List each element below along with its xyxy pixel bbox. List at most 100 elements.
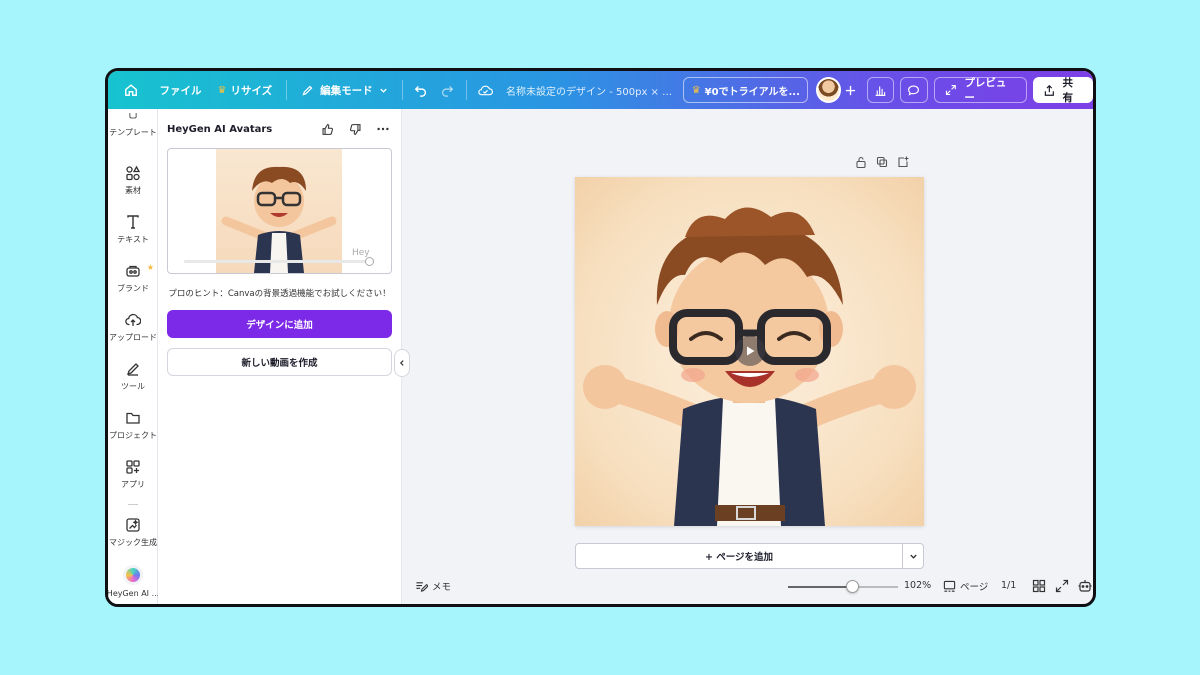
- grid-view-icon[interactable]: [1032, 579, 1046, 593]
- trial-button[interactable]: ♛ ¥0でトライアルを...: [682, 77, 808, 103]
- home-icon[interactable]: [118, 77, 143, 103]
- rail-label: アップロード: [109, 333, 157, 342]
- divider: [286, 80, 288, 100]
- rail-label: テキスト: [117, 235, 149, 244]
- chevron-down-icon: [379, 88, 387, 93]
- scrubber-knob[interactable]: [365, 257, 374, 266]
- rail-item-heygen[interactable]: HeyGen AI ...: [108, 565, 159, 598]
- edit-mode-label: 編集モード: [320, 84, 373, 97]
- design-canvas[interactable]: [575, 177, 924, 526]
- rail-item-projects[interactable]: プロジェクト: [108, 410, 158, 441]
- undo-button[interactable]: [409, 77, 434, 103]
- rail-label: マジック生成: [109, 538, 157, 547]
- edit-mode-dropdown[interactable]: 編集モード: [293, 77, 396, 103]
- rail-item-templates[interactable]: テンプレート: [108, 113, 158, 138]
- zoom-slider[interactable]: [788, 580, 898, 593]
- trial-label: ¥0でトライアルを...: [704, 86, 800, 98]
- notes-button[interactable]: メモ: [415, 579, 451, 593]
- zoom-value[interactable]: 102%: [904, 580, 931, 591]
- redo-button[interactable]: [434, 77, 459, 103]
- rail-item-magic[interactable]: マジック生成: [108, 517, 158, 548]
- rail-item-elements[interactable]: 素材: [108, 165, 158, 196]
- avatar-illustration-small: [221, 166, 337, 273]
- share-button[interactable]: 共有: [1032, 77, 1093, 104]
- create-new-video-button[interactable]: 新しい動画を作成: [167, 348, 392, 376]
- insights-button[interactable]: [866, 77, 895, 103]
- pencil-icon: [302, 85, 313, 96]
- divider: [465, 80, 467, 100]
- elements-icon: [126, 165, 141, 181]
- page-count: 1/1: [1001, 580, 1017, 591]
- canva-editor-window: ファイル ♛ リサイズ 編集モード 名称未設定のデザイン - 500px × 50…: [105, 68, 1096, 607]
- add-page-icon[interactable]: [897, 156, 909, 168]
- rail-item-apps[interactable]: アプリ: [108, 459, 158, 490]
- duplicate-icon[interactable]: [876, 156, 888, 168]
- top-toolbar: ファイル ♛ リサイズ 編集モード 名称未設定のデザイン - 500px × 50…: [108, 71, 1093, 109]
- thumbs-up-icon[interactable]: [317, 121, 337, 137]
- notes-label: メモ: [432, 582, 452, 593]
- fullscreen-icon[interactable]: [1055, 579, 1069, 593]
- play-button[interactable]: [735, 336, 765, 366]
- divider: [401, 80, 403, 100]
- rail-label: テンプレート: [109, 128, 157, 137]
- rail-divider: [128, 504, 138, 505]
- rail-label: 素材: [125, 186, 141, 195]
- template-icon: [129, 113, 137, 119]
- upload-icon: [125, 313, 141, 326]
- tool-icon: [126, 363, 139, 376]
- thumbs-down-icon[interactable]: [345, 121, 365, 137]
- file-menu[interactable]: ファイル: [151, 77, 209, 103]
- rail-item-upload[interactable]: アップロード: [108, 312, 158, 343]
- undo-icon: [415, 86, 427, 97]
- rail-item-brand[interactable]: ★ ブランド: [108, 263, 158, 294]
- preview-button[interactable]: プレビュー: [933, 77, 1027, 104]
- resize-button[interactable]: ♛ リサイズ: [209, 77, 280, 103]
- document-title[interactable]: 名称未設定のデザイン - 500px × 50...: [498, 83, 675, 98]
- cloud-check-icon: [478, 85, 493, 95]
- add-page-menu-button[interactable]: [902, 543, 924, 569]
- panel-title: HeyGen AI Avatars: [167, 123, 273, 135]
- zoom-slider-knob[interactable]: [845, 580, 859, 593]
- bottom-bar: メモ 102% ページ 1/1: [403, 569, 1093, 604]
- star-icon: ★: [146, 263, 154, 272]
- pages-icon: [943, 580, 956, 592]
- plus-icon: [846, 85, 856, 95]
- add-collaborator-button[interactable]: [841, 77, 861, 103]
- chevron-down-icon: [909, 554, 917, 559]
- rail-label: プロジェクト: [109, 431, 157, 440]
- assistant-icon[interactable]: [1078, 579, 1092, 593]
- add-page-button[interactable]: + ページを追加: [575, 543, 903, 569]
- share-label: 共有: [1062, 77, 1073, 104]
- redo-icon: [441, 86, 454, 97]
- pages-button[interactable]: ページ: [943, 579, 988, 593]
- heygen-panel: HeyGen AI Avatars Hey プロのヒント：Canvaの背景透過機…: [158, 109, 402, 604]
- text-icon: [127, 215, 139, 229]
- zoom-slider-fill: [788, 586, 852, 588]
- cloud-save-status[interactable]: [473, 77, 498, 103]
- video-scrubber[interactable]: [184, 257, 374, 266]
- bar-chart-icon: [875, 85, 886, 96]
- avatar[interactable]: [815, 77, 842, 103]
- add-to-design-button[interactable]: デザインに追加: [167, 310, 392, 338]
- rail-item-text[interactable]: テキスト: [108, 214, 158, 245]
- pages-label: ページ: [960, 582, 989, 593]
- unlock-icon[interactable]: [855, 156, 867, 168]
- crown-icon: ♛: [691, 84, 701, 96]
- play-icon: [747, 346, 755, 356]
- comment-icon: [908, 84, 920, 96]
- rail-label: ブランド: [117, 284, 149, 293]
- left-rail: テンプレート 素材 テキスト ★ ブランド アップロード ツール プロジェクト: [108, 109, 159, 604]
- comments-button[interactable]: [900, 77, 928, 103]
- rail-item-tools[interactable]: ツール: [108, 361, 158, 392]
- more-options-icon[interactable]: [373, 121, 393, 137]
- crown-icon: ♛: [217, 84, 227, 96]
- heygen-logo-icon: [123, 565, 143, 585]
- apps-icon: [126, 460, 140, 474]
- brand-icon: [126, 265, 140, 277]
- notes-icon: [416, 581, 428, 592]
- folder-icon: [126, 412, 140, 424]
- rail-label: アプリ: [121, 480, 145, 489]
- magic-icon: [126, 518, 140, 532]
- avatar-video-preview[interactable]: Hey: [167, 148, 392, 274]
- avatar-thumbnail: [216, 149, 342, 273]
